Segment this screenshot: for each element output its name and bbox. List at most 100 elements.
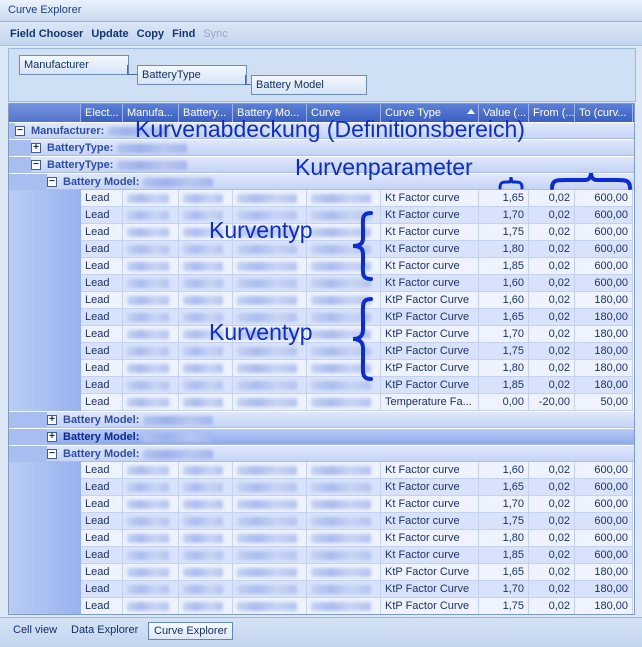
cell-to[interactable]: 600,00 — [575, 207, 633, 224]
cell-from[interactable]: 0,02 — [529, 479, 575, 496]
cell-from[interactable]: 0,02 — [529, 292, 575, 309]
cell-electrolyte[interactable]: Lead — [81, 479, 123, 496]
cell-from[interactable]: 0,02 — [529, 241, 575, 258]
cell-battery-type[interactable] — [179, 258, 233, 275]
cell-curve-type[interactable]: KtP Factor Curve — [381, 326, 479, 343]
cell-from[interactable]: 0,02 — [529, 258, 575, 275]
cell-curve-type[interactable]: KtP Factor Curve — [381, 564, 479, 581]
cell-curve[interactable] — [307, 598, 381, 614]
cell-battery-type[interactable] — [179, 564, 233, 581]
cell-manufacturer[interactable] — [123, 581, 179, 598]
cell-curve[interactable] — [307, 547, 381, 564]
table-row[interactable]: Lead Kt Factor curve 1,75 0,02 600,00 — [9, 513, 634, 530]
cell-manufacturer[interactable] — [123, 564, 179, 581]
cell-to[interactable]: 180,00 — [575, 360, 633, 377]
cell-curve[interactable] — [307, 513, 381, 530]
group-by-panel[interactable]: Manufacturer BatteryType Battery Model — [8, 48, 636, 102]
cell-to[interactable]: 600,00 — [575, 547, 633, 564]
cell-manufacturer[interactable] — [123, 496, 179, 513]
cell-from[interactable]: 0,02 — [529, 581, 575, 598]
cell-from[interactable]: 0,02 — [529, 377, 575, 394]
cell-battery-model[interactable] — [233, 377, 307, 394]
table-row[interactable]: Lead KtP Factor Curve 1,75 0,02 180,00 — [9, 343, 634, 360]
cell-to[interactable]: 600,00 — [575, 258, 633, 275]
table-row[interactable]: Lead Kt Factor curve 1,80 0,02 600,00 — [9, 530, 634, 547]
cell-curve-type[interactable]: KtP Factor Curve — [381, 377, 479, 394]
cell-battery-type[interactable] — [179, 479, 233, 496]
cell-to[interactable]: 600,00 — [575, 275, 633, 292]
cell-manufacturer[interactable] — [123, 598, 179, 614]
cell-battery-type[interactable] — [179, 377, 233, 394]
cell-electrolyte[interactable]: Lead — [81, 190, 123, 207]
cell-value[interactable]: 1,85 — [479, 377, 529, 394]
cell-battery-model[interactable] — [233, 496, 307, 513]
cell-to[interactable]: 180,00 — [575, 309, 633, 326]
cell-curve[interactable] — [307, 190, 381, 207]
cell-from[interactable]: 0,02 — [529, 326, 575, 343]
table-row[interactable]: Lead Kt Factor curve 1,65 0,02 600,00 — [9, 479, 634, 496]
cell-battery-type[interactable] — [179, 360, 233, 377]
cell-electrolyte[interactable]: Lead — [81, 547, 123, 564]
collapse-icon[interactable]: − — [15, 126, 25, 136]
cell-battery-model[interactable] — [233, 513, 307, 530]
cell-electrolyte[interactable]: Lead — [81, 241, 123, 258]
cell-battery-model[interactable] — [233, 479, 307, 496]
cell-battery-type[interactable] — [179, 530, 233, 547]
table-row[interactable]: Lead KtP Factor Curve 1,70 0,02 180,00 — [9, 326, 634, 343]
cell-electrolyte[interactable]: Lead — [81, 224, 123, 241]
cell-curve-type[interactable]: Kt Factor curve — [381, 241, 479, 258]
cell-electrolyte[interactable]: Lead — [81, 530, 123, 547]
cell-curve[interactable] — [307, 530, 381, 547]
cell-value[interactable]: 1,80 — [479, 530, 529, 547]
expand-icon[interactable]: + — [31, 143, 41, 153]
cell-to[interactable]: 600,00 — [575, 462, 633, 479]
cell-from[interactable]: 0,02 — [529, 224, 575, 241]
cell-value[interactable]: 1,75 — [479, 343, 529, 360]
collapse-icon[interactable]: − — [47, 177, 57, 187]
cell-from[interactable]: 0,02 — [529, 496, 575, 513]
cell-electrolyte[interactable]: Lead — [81, 360, 123, 377]
cell-from[interactable]: 0,02 — [529, 343, 575, 360]
cell-curve-type[interactable]: KtP Factor Curve — [381, 292, 479, 309]
group-row[interactable]: + Battery Model: — [9, 411, 634, 429]
cell-battery-model[interactable] — [233, 547, 307, 564]
column-header[interactable]: From (... — [529, 104, 575, 122]
cell-from[interactable]: 0,02 — [529, 207, 575, 224]
cell-to[interactable]: 180,00 — [575, 598, 633, 614]
cell-from[interactable]: -20,00 — [529, 394, 575, 411]
cell-curve-type[interactable]: KtP Factor Curve — [381, 581, 479, 598]
table-row[interactable]: Lead KtP Factor Curve 1,70 0,02 180,00 — [9, 581, 634, 598]
cell-battery-type[interactable] — [179, 598, 233, 614]
cell-electrolyte[interactable]: Lead — [81, 564, 123, 581]
cell-electrolyte[interactable]: Lead — [81, 377, 123, 394]
cell-value[interactable]: 1,60 — [479, 462, 529, 479]
table-row[interactable]: Lead Kt Factor curve 1,85 0,02 600,00 — [9, 258, 634, 275]
table-row[interactable]: Lead Kt Factor curve 1,85 0,02 600,00 — [9, 547, 634, 564]
table-row[interactable]: Lead Kt Factor curve 1,65 0,02 600,00 — [9, 190, 634, 207]
cell-curve-type[interactable]: Kt Factor curve — [381, 496, 479, 513]
cell-battery-model[interactable] — [233, 394, 307, 411]
cell-value[interactable]: 1,70 — [479, 207, 529, 224]
table-row[interactable]: Lead Kt Factor curve 1,60 0,02 600,00 — [9, 462, 634, 479]
table-row[interactable]: Lead KtP Factor Curve 1,75 0,02 180,00 — [9, 598, 634, 614]
cell-battery-model[interactable] — [233, 462, 307, 479]
cell-from[interactable]: 0,02 — [529, 309, 575, 326]
cell-manufacturer[interactable] — [123, 309, 179, 326]
cell-manufacturer[interactable] — [123, 377, 179, 394]
cell-electrolyte[interactable]: Lead — [81, 598, 123, 614]
cell-value[interactable]: 1,75 — [479, 598, 529, 614]
cell-from[interactable]: 0,02 — [529, 530, 575, 547]
cell-value[interactable]: 1,65 — [479, 309, 529, 326]
cell-electrolyte[interactable]: Lead — [81, 394, 123, 411]
cell-battery-type[interactable] — [179, 513, 233, 530]
cell-electrolyte[interactable]: Lead — [81, 207, 123, 224]
cell-from[interactable]: 0,02 — [529, 513, 575, 530]
tab-curve-explorer[interactable]: Curve Explorer — [148, 622, 234, 640]
cell-electrolyte[interactable]: Lead — [81, 292, 123, 309]
cell-to[interactable]: 180,00 — [575, 292, 633, 309]
cell-from[interactable]: 0,02 — [529, 564, 575, 581]
cell-manufacturer[interactable] — [123, 513, 179, 530]
cell-manufacturer[interactable] — [123, 343, 179, 360]
cell-to[interactable]: 180,00 — [575, 343, 633, 360]
cell-curve-type[interactable]: Kt Factor curve — [381, 258, 479, 275]
